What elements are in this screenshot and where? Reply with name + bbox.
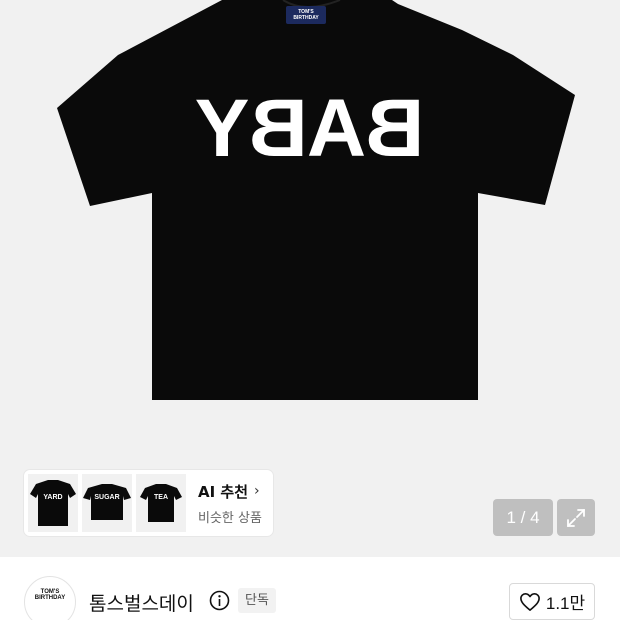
ai-recommend-title-label: AI 추천 (198, 482, 249, 501)
like-count: 1.1만 (545, 594, 586, 613)
product-image[interactable]: TOM'S BIRTHDAY BABY YARD SUGAR TEA AI 추천… (0, 0, 620, 557)
brand-name[interactable]: 톰스벌스데이 (89, 589, 194, 616)
image-pager: 1 / 4 (493, 499, 553, 536)
expand-icon (567, 508, 585, 527)
thumbnail-label: SUGAR (94, 494, 120, 501)
heart-icon (519, 592, 540, 611)
brand-logo[interactable]: TOM'S BIRTHDAY (24, 576, 76, 620)
like-button[interactable]: 1.1만 (509, 583, 595, 620)
thumbnail-label: TEA (154, 494, 168, 501)
expand-button[interactable] (557, 499, 595, 536)
thumbnail-1[interactable]: YARD (28, 474, 78, 532)
brand-logo-text: TOM'S BIRTHDAY (34, 589, 66, 601)
exclusive-badge: 단독 (238, 588, 276, 613)
chevron-right-icon: › (254, 483, 260, 499)
brand-bar: TOM'S BIRTHDAY 톰스벌스데이 단독 1.1만 (0, 557, 620, 620)
thumbnail-2[interactable]: SUGAR (82, 474, 132, 532)
thumbnail-3[interactable]: TEA (136, 474, 186, 532)
thumbnail-label: YARD (43, 494, 63, 501)
brand-tag: TOM'S BIRTHDAY (286, 6, 326, 24)
ai-recommend-title[interactable]: AI 추천 › (198, 481, 262, 502)
ai-recommend-card[interactable]: YARD SUGAR TEA AI 추천 › 비슷한 상품 (24, 470, 273, 536)
info-icon[interactable] (209, 590, 230, 611)
ai-recommend-subtitle: 비슷한 상품 (198, 510, 262, 526)
shirt-print-text: BABY (195, 83, 425, 174)
